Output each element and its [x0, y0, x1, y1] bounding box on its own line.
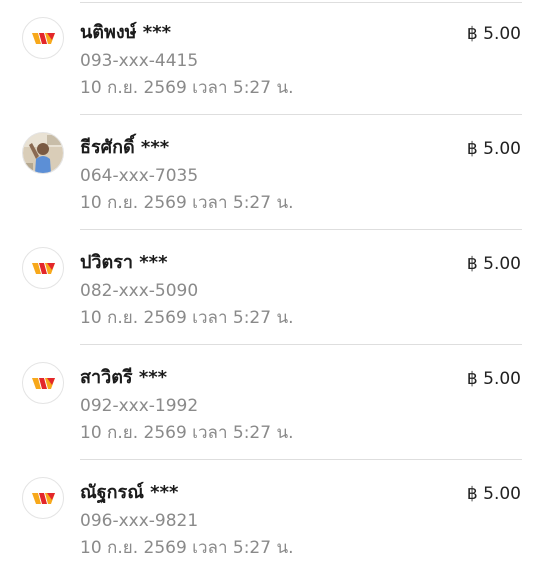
transaction-amount: ฿ 5.00: [466, 254, 521, 274]
recipient-name: สาวิตรี ***: [80, 367, 168, 388]
transaction-datetime: 10 ก.ย. 2569 เวลา 5:27 น.: [80, 193, 294, 213]
transaction-datetime: 10 ก.ย. 2569 เวลา 5:27 น.: [80, 423, 294, 443]
truemoney-logo-icon: [22, 17, 64, 59]
transaction-amount: ฿ 5.00: [466, 24, 521, 44]
recipient-name: นติพงษ์ ***: [80, 22, 172, 43]
recipient-name: ธีรศักดิ์ ***: [80, 137, 170, 158]
transaction-item[interactable]: นติพงษ์ *** 093-xxx-4415 10 ก.ย. 2569 เว…: [0, 0, 554, 115]
recipient-name: ณัฐกรณ์ ***: [80, 482, 179, 503]
truemoney-logo-icon: [22, 362, 64, 404]
transaction-item[interactable]: ณัฐกรณ์ *** 096-xxx-9821 10 ก.ย. 2569 เว…: [0, 460, 554, 566]
transaction-item[interactable]: ธีรศักดิ์ *** 064-xxx-7035 10 ก.ย. 2569 …: [0, 115, 554, 230]
transaction-amount: ฿ 5.00: [466, 484, 521, 504]
recipient-phone: 064-xxx-7035: [80, 166, 199, 186]
transaction-list: นติพงษ์ *** 093-xxx-4415 10 ก.ย. 2569 เว…: [0, 0, 554, 566]
transaction-amount: ฿ 5.00: [466, 369, 521, 389]
transaction-amount: ฿ 5.00: [466, 139, 521, 159]
recipient-name: ปวิตรา ***: [80, 252, 168, 273]
truemoney-logo-icon: [22, 247, 64, 289]
transaction-datetime: 10 ก.ย. 2569 เวลา 5:27 น.: [80, 538, 294, 558]
profile-photo: [22, 132, 64, 174]
recipient-phone: 093-xxx-4415: [80, 51, 199, 71]
truemoney-logo-icon: [22, 477, 64, 519]
transaction-datetime: 10 ก.ย. 2569 เวลา 5:27 น.: [80, 78, 294, 98]
recipient-phone: 092-xxx-1992: [80, 396, 199, 416]
recipient-phone: 096-xxx-9821: [80, 511, 199, 531]
transaction-item[interactable]: ปวิตรา *** 082-xxx-5090 10 ก.ย. 2569 เวล…: [0, 230, 554, 345]
transaction-datetime: 10 ก.ย. 2569 เวลา 5:27 น.: [80, 308, 294, 328]
transaction-item[interactable]: สาวิตรี *** 092-xxx-1992 10 ก.ย. 2569 เว…: [0, 345, 554, 460]
recipient-phone: 082-xxx-5090: [80, 281, 199, 301]
